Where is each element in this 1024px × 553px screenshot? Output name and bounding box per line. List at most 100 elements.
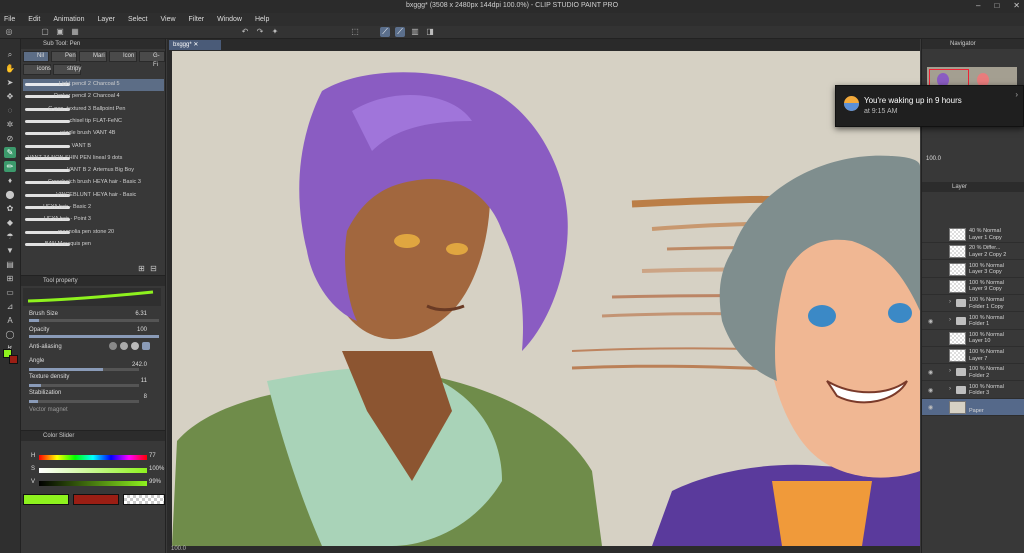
stabilization-slider[interactable]: [29, 400, 139, 403]
undo-icon[interactable]: ↶: [240, 27, 250, 37]
pencil-tool-icon[interactable]: ✏: [4, 161, 16, 172]
brush-item[interactable]: VINCEBLUNT HEYA hair - Basic: [23, 190, 164, 202]
value-slider[interactable]: [39, 481, 147, 486]
hue-value[interactable]: 77: [149, 453, 156, 459]
subtool-group-stripy[interactable]: stripy: [53, 64, 81, 75]
menu-file[interactable]: File: [4, 16, 15, 23]
menu-view[interactable]: View: [160, 16, 175, 23]
menu-help[interactable]: Help: [255, 16, 269, 23]
auto-select-tool-icon[interactable]: ✲: [4, 119, 16, 130]
subtool-group-gfi[interactable]: G-Fi: [139, 51, 165, 68]
stabilization-value[interactable]: 8: [144, 394, 147, 400]
deselect-icon[interactable]: ⬚: [350, 27, 360, 37]
brush-item[interactable]: magnolia pen stone 20: [23, 227, 164, 239]
close-icon[interactable]: ✕: [1013, 1, 1020, 10]
brush-item[interactable]: HEYA hair - Point 3: [23, 214, 164, 226]
antialias-medium-icon[interactable]: [131, 342, 139, 350]
subtool-group-pen[interactable]: Pen: [51, 51, 77, 62]
snap-grid-icon[interactable]: ▥: [410, 27, 420, 37]
brush-item[interactable]: Crosshatch brush HEYA hair - Basic 3: [23, 177, 164, 189]
brush-size-slider[interactable]: [29, 319, 159, 322]
menu-window[interactable]: Window: [217, 16, 242, 23]
saturation-value[interactable]: 100%: [149, 466, 164, 472]
layer-row[interactable]: 40 % Normal Layer 1 Copy: [922, 226, 1024, 243]
zoom-tool-icon[interactable]: ⌕: [4, 49, 16, 60]
gradient-tool-icon[interactable]: ▤: [4, 259, 16, 270]
move-layer-tool-icon[interactable]: ✥: [4, 91, 16, 102]
sub-color-swatch[interactable]: [9, 355, 18, 364]
open-icon[interactable]: ▣: [55, 27, 65, 37]
clear-icon[interactable]: ✦: [270, 27, 280, 37]
antialias-strong-icon[interactable]: [142, 342, 150, 350]
maximize-icon[interactable]: □: [994, 1, 999, 10]
layer-row[interactable]: ◉ Paper: [922, 399, 1024, 416]
layer-row[interactable]: ◉ › 100 % Normal Folder 2: [922, 364, 1024, 382]
layer-row[interactable]: 100 % Normal Layer 9 Copy: [922, 278, 1024, 295]
fill-tool-icon[interactable]: ▼: [4, 245, 16, 256]
subtool-group-mari[interactable]: Mari: [79, 51, 107, 62]
folder-expand-icon[interactable]: ›: [949, 368, 951, 374]
notification-toast[interactable]: You're waking up in 9 hours at 9:15 AM ›: [835, 85, 1024, 127]
operation-tool-icon[interactable]: ➤: [4, 77, 16, 88]
saturation-slider[interactable]: [39, 468, 147, 473]
ruler-tool-icon[interactable]: ⊿: [4, 301, 16, 312]
subtool-group-icon[interactable]: Icon: [109, 51, 137, 62]
subtool-group-icons[interactable]: icons: [23, 64, 51, 75]
menu-select[interactable]: Select: [128, 16, 147, 23]
eraser-tool-icon[interactable]: ◆: [4, 217, 16, 228]
snap-special-ruler-icon[interactable]: ⟋: [395, 27, 405, 37]
navigator-zoom[interactable]: 100.0: [926, 156, 941, 162]
menu-animation[interactable]: Animation: [53, 16, 84, 23]
sub-color-bar[interactable]: [73, 494, 119, 505]
redo-icon[interactable]: ↷: [255, 27, 265, 37]
airbrush-tool-icon[interactable]: ⬤: [4, 189, 16, 200]
brush-item[interactable]: chisel tip FLAT-FeNC: [23, 116, 164, 128]
layer-row[interactable]: › 100 % Normal Folder 1 Copy: [922, 295, 1024, 313]
layer-row[interactable]: 20 % Differ... Layer 2 Copy 2: [922, 243, 1024, 261]
menu-edit[interactable]: Edit: [28, 16, 40, 23]
opacity-value[interactable]: 100: [137, 327, 147, 333]
pen-tool-icon[interactable]: ✎: [4, 147, 16, 158]
eye-icon[interactable]: ◉: [928, 369, 933, 376]
opacity-slider[interactable]: [29, 335, 159, 338]
eyedropper-tool-icon[interactable]: ⊘: [4, 133, 16, 144]
brush-item[interactable]: VANT 3A NON SHIN PEN lineal 9 dots: [23, 153, 164, 165]
value-value[interactable]: 99%: [149, 479, 161, 485]
minimize-icon[interactable]: –: [976, 1, 980, 10]
snap-ruler-icon[interactable]: ⟋: [380, 27, 390, 37]
subtool-group-nil[interactable]: Nil: [23, 51, 49, 62]
texture-density-value[interactable]: 11: [141, 378, 147, 384]
document-tab[interactable]: bxggg* ✕: [169, 40, 221, 50]
antialias-none-icon[interactable]: [109, 342, 117, 350]
hand-tool-icon[interactable]: ✋: [4, 63, 16, 74]
texture-density-slider[interactable]: [29, 384, 139, 387]
antialias-weak-icon[interactable]: [120, 342, 128, 350]
brush-item[interactable]: VANT B 2 Artemus Big Boy: [23, 165, 164, 177]
notification-close-icon[interactable]: ›: [1015, 90, 1018, 99]
layer-row[interactable]: 100 % Normal Layer 7: [922, 347, 1024, 365]
brush-item[interactable]: HEYA hair - Basic 2: [23, 202, 164, 214]
decoration-tool-icon[interactable]: ✿: [4, 203, 16, 214]
canvas-zoom-value[interactable]: 100.0: [171, 546, 186, 552]
menu-layer[interactable]: Layer: [97, 16, 115, 23]
eye-icon[interactable]: ◉: [928, 404, 933, 411]
brush-item[interactable]: VANT B: [23, 141, 164, 153]
transparent-color-bar[interactable]: [123, 494, 165, 505]
folder-expand-icon[interactable]: ›: [949, 386, 951, 392]
brush-item[interactable]: G-pen, textured 3 Ballpoint Pen: [23, 104, 164, 116]
layer-row[interactable]: ◉ › 100 % Normal Folder 1: [922, 313, 1024, 330]
brush-item[interactable]: BAN Maraquis pen: [23, 239, 164, 251]
main-color-bar[interactable]: [23, 494, 69, 505]
folder-expand-icon[interactable]: ›: [949, 317, 951, 323]
balloon-tool-icon[interactable]: ◯: [4, 329, 16, 340]
add-subtool-icon[interactable]: ⊞: [137, 263, 146, 274]
layer-row[interactable]: 100 % Normal Layer 10: [922, 330, 1024, 347]
blend-tool-icon[interactable]: ☂: [4, 231, 16, 242]
layer-row[interactable]: ◉ › 100 % Normal Folder 3: [922, 382, 1024, 399]
lasso-tool-icon[interactable]: ◌: [4, 105, 16, 116]
save-icon[interactable]: ▦: [70, 27, 80, 37]
brush-size-value[interactable]: 6.31: [135, 311, 147, 317]
eye-icon[interactable]: ◉: [928, 318, 933, 325]
menu-filter[interactable]: Filter: [189, 16, 205, 23]
brush-item[interactable]: Darker pencil 2 Charcoal 4: [23, 91, 164, 103]
